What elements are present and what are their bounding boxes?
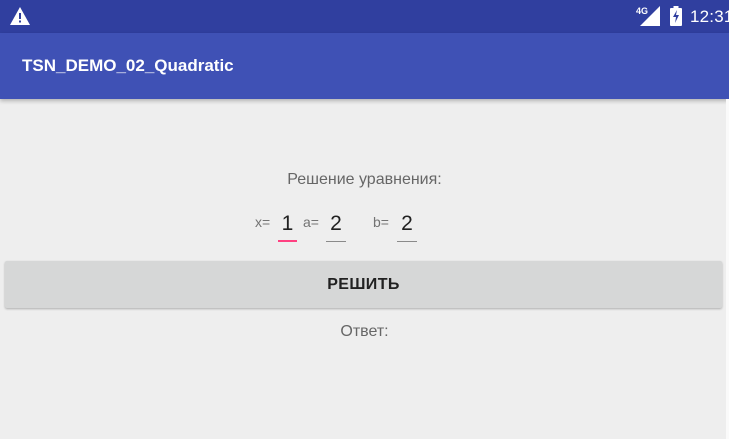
network-type-label: 4G [636,6,649,16]
a-label: a= [303,214,319,230]
app-title: TSN_DEMO_02_Quadratic [22,56,234,75]
a-input-value[interactable]: 2 [326,212,346,236]
warning-icon [10,7,30,25]
status-bar: 4G 12:31 [0,0,729,33]
app-bar: TSN_DEMO_02_Quadratic [0,33,729,99]
b-label: b= [373,214,389,230]
x-label: x= [255,214,271,230]
b-input[interactable]: 2 [397,212,417,242]
battery-charging-icon [670,6,682,26]
equation-heading: Решение уравнения: [287,171,442,188]
a-input[interactable]: 2 [326,212,346,242]
b-input-value[interactable]: 2 [397,212,417,236]
x-input-value[interactable]: 1 [278,212,297,236]
b-input-underline [397,241,417,242]
x-input[interactable]: 1 [278,212,297,242]
x-input-underline [278,240,297,242]
a-input-underline [326,241,346,242]
status-time: 12:31 [690,7,729,26]
answer-label: Ответ: [340,323,389,340]
solve-button[interactable]: РЕШИТЬ [5,261,722,308]
